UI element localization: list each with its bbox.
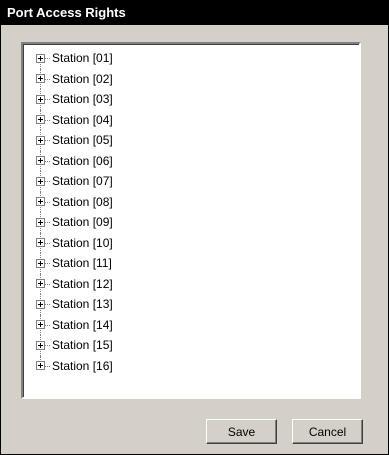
tree-item-station[interactable]: Station [11] (23, 253, 359, 274)
tree-item-station[interactable]: Station [08] (23, 191, 359, 212)
tree-item-label: Station [07] (52, 174, 113, 188)
tree-item-station[interactable]: Station [04] (23, 109, 359, 130)
tree-item-station[interactable]: Station [03] (23, 89, 359, 110)
tree-item-label: Station [16] (52, 358, 113, 373)
expand-plus-icon[interactable] (36, 115, 45, 124)
tree-item-station[interactable]: Station [06] (23, 150, 359, 171)
expand-plus-icon[interactable] (36, 197, 45, 206)
expand-plus-icon[interactable] (36, 258, 45, 268)
tree-item-label: Station [01] (52, 51, 113, 65)
tree-branch-line (45, 140, 50, 141)
tree-item-label: Station [08] (52, 194, 113, 209)
expand-plus-icon[interactable] (36, 320, 45, 329)
title-bar[interactable]: Port Access Rights (1, 1, 388, 25)
tree-item-station[interactable]: Station [02] (23, 68, 359, 89)
expand-plus-icon[interactable] (36, 74, 45, 83)
tree-item-label: Station [11] (52, 256, 112, 270)
tree-item-label: Station [09] (52, 215, 113, 229)
cancel-button[interactable]: Cancel (292, 419, 363, 444)
expand-plus-icon[interactable] (36, 176, 45, 186)
tree-item-label: Station [04] (52, 112, 113, 127)
tree-item-label: Station [10] (52, 235, 113, 250)
expand-plus-icon[interactable] (36, 238, 45, 247)
tree-item-station[interactable]: Station [16] (23, 355, 359, 377)
tree-branch-line (45, 365, 50, 367)
expand-plus-icon[interactable] (36, 135, 45, 145)
tree-branch-line (45, 181, 50, 182)
tree-branch-line (45, 304, 50, 305)
tree-item-label: Station [15] (52, 338, 113, 352)
window-title: Port Access Rights (7, 5, 126, 20)
tree-item-station[interactable]: Station [07] (23, 171, 359, 192)
tree-item-label: Station [03] (52, 92, 113, 106)
tree-item-label: Station [02] (52, 71, 113, 86)
tree-item-label: Station [05] (52, 133, 113, 147)
tree-branch-line (45, 345, 50, 346)
tree-item-station[interactable]: Station [15] (23, 335, 359, 356)
tree-item-label: Station [06] (52, 153, 113, 168)
expand-plus-icon[interactable] (36, 217, 45, 227)
tree-branch-line (45, 283, 50, 285)
tree-branch-line (45, 201, 50, 203)
tree-item-station[interactable]: Station [10] (23, 232, 359, 253)
tree-item-station[interactable]: Station [12] (23, 273, 359, 294)
expand-plus-icon[interactable] (36, 156, 45, 165)
tree-branch-line (45, 324, 50, 326)
tree-branch-line (45, 58, 50, 59)
station-tree-view[interactable]: Station [01] Station [02] Station [03] Stat… (21, 42, 361, 399)
tree-item-station[interactable]: Station [01] (23, 48, 359, 69)
tree-branch-line (45, 119, 50, 121)
tree-branch-line (45, 160, 50, 162)
tree-item-label: Station [14] (52, 317, 113, 332)
tree-item-station[interactable]: Station [14] (23, 314, 359, 335)
save-button[interactable]: Save (206, 419, 277, 444)
expand-plus-icon[interactable] (36, 340, 45, 350)
tree-branch-line (45, 242, 50, 244)
tree-branch-line (45, 263, 50, 264)
tree-branch-line (45, 222, 50, 223)
expand-plus-icon[interactable] (36, 94, 45, 104)
expand-plus-icon[interactable] (36, 53, 45, 63)
expand-plus-icon[interactable] (36, 299, 45, 309)
tree-branch-line (45, 99, 50, 100)
tree-item-station[interactable]: Station [09] (23, 212, 359, 233)
expand-plus-icon[interactable] (36, 279, 45, 288)
tree-item-station[interactable]: Station [13] (23, 294, 359, 315)
tree-item-label: Station [13] (52, 297, 113, 311)
tree-item-label: Station [12] (52, 276, 113, 291)
tree-branch-line (45, 78, 50, 80)
expand-plus-icon[interactable] (36, 361, 45, 370)
tree-item-station[interactable]: Station [05] (23, 130, 359, 151)
port-access-rights-dialog: Port Access Rights Station [01] Station [… (0, 0, 389, 455)
station-tree-list: Station [01] Station [02] Station [03] Stat… (23, 48, 359, 376)
